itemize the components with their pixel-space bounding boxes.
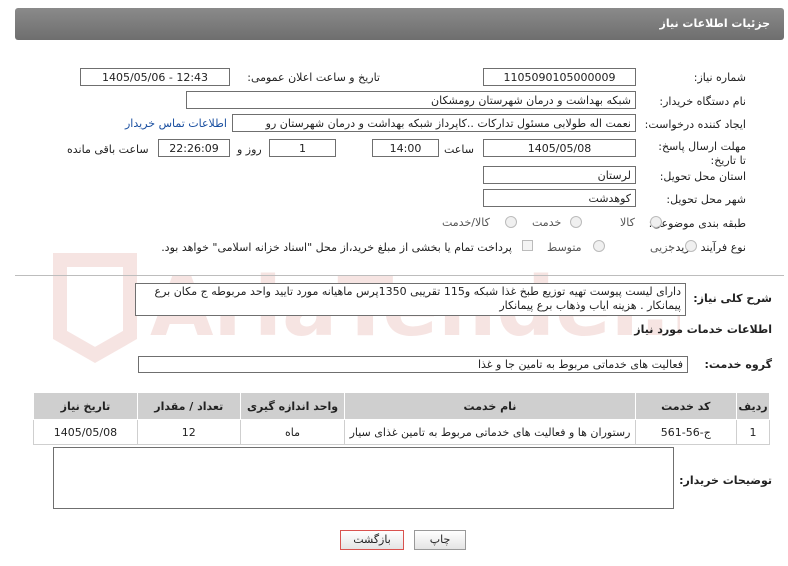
cell-service-code: ج-56-561: [634, 419, 738, 445]
days-remaining-field[interactable]: 1: [269, 139, 336, 157]
cell-service-name: رستوران ها و فعالیت های خدماتی مربوط به …: [344, 419, 636, 445]
province-field[interactable]: لرستان: [483, 166, 636, 184]
days-label: روز و: [237, 143, 262, 156]
table-row[interactable]: 1 ج-56-561 رستوران ها و فعالیت های خدمات…: [33, 419, 770, 445]
deadline-time-field[interactable]: 14:00: [372, 139, 439, 157]
process-radio-medium[interactable]: [593, 240, 605, 252]
treasury-checkbox[interactable]: [522, 240, 533, 251]
announce-date-label: تاریخ و ساعت اعلان عمومی:: [247, 71, 380, 84]
col-service-name: نام خدمت: [344, 392, 636, 420]
process-radio-minor[interactable]: [685, 240, 697, 252]
deadline-label: مهلت ارسال پاسخ: تا تاریخ:: [658, 140, 746, 167]
page-title: جزئیات اطلاعات نیاز: [659, 17, 771, 30]
buyer-notes-label: توضیحات خریدار:: [679, 474, 772, 487]
col-service-code: کد خدمت: [634, 392, 738, 420]
buyer-org-field[interactable]: شبکه بهداشت و درمان شهرستان رومشکان: [186, 91, 636, 109]
col-row-number: ردیف: [736, 392, 770, 420]
process-option-minor: جزیی: [650, 241, 676, 254]
announce-date-field[interactable]: 1405/05/06 - 12:43: [80, 68, 230, 86]
need-number-label: شماره نیاز:: [693, 71, 746, 84]
cell-unit: ماه: [239, 419, 346, 445]
city-label: شهر محل تحویل:: [666, 193, 746, 206]
deadline-date-field[interactable]: 1405/05/08: [483, 139, 636, 157]
buyer-org-label: نام دستگاه خریدار:: [659, 95, 746, 108]
remaining-time-label: ساعت باقی مانده: [67, 143, 149, 156]
services-table: ردیف کد خدمت نام خدمت واحد اندازه گیری ت…: [33, 392, 770, 445]
category-radio-service[interactable]: [570, 216, 582, 228]
need-number-field[interactable]: 1105090105000009: [483, 68, 636, 86]
deadline-time-label: ساعت: [444, 143, 474, 156]
col-unit: واحد اندازه گیری: [239, 392, 346, 420]
treasury-payment-note: پرداخت تمام یا بخشی از مبلغ خرید،از محل …: [161, 241, 512, 254]
service-group-label: گروه خدمت:: [704, 358, 772, 371]
col-quantity: تعداد / مقدار: [136, 392, 241, 420]
back-button[interactable]: بازگشت: [340, 530, 404, 550]
category-label: طبقه بندی موضوعی:: [648, 217, 746, 230]
cell-quantity: 12: [136, 419, 241, 445]
services-section-title: اطلاعات خدمات مورد نیاز: [634, 323, 772, 336]
creator-field[interactable]: نعمت اله طولابی مسئول تدارکات ..کاپرداز …: [232, 114, 636, 132]
cell-need-date: 1405/05/08: [33, 419, 138, 445]
description-field[interactable]: دارای لیست پیوست تهیه توزیع طبخ غذا شبکه…: [135, 283, 686, 316]
buyer-notes-field[interactable]: [53, 447, 674, 509]
service-group-field[interactable]: فعالیت های خدماتی مربوط به تامین جا و غذ…: [138, 356, 688, 373]
cell-row-number: 1: [736, 419, 770, 445]
remaining-time-field[interactable]: 22:26:09: [158, 139, 230, 157]
category-option-goods-service: کالا/خدمت: [442, 216, 490, 229]
creator-label: ایجاد کننده درخواست:: [644, 118, 746, 131]
category-radio-goods-service[interactable]: [505, 216, 517, 228]
details-header: جزئیات اطلاعات نیاز: [15, 8, 784, 40]
process-type-label: نوع فرآیند خرید :: [668, 241, 746, 254]
category-option-service: خدمت: [532, 216, 562, 229]
city-field[interactable]: کوهدشت: [483, 189, 636, 207]
category-option-goods: کالا: [620, 216, 635, 229]
province-label: استان محل تحویل:: [659, 170, 746, 183]
description-label: شرح کلی نیاز:: [693, 292, 772, 305]
buyer-contact-link[interactable]: اطلاعات تماس خریدار: [125, 117, 227, 130]
table-header-row: ردیف کد خدمت نام خدمت واحد اندازه گیری ت…: [33, 392, 770, 420]
category-radio-goods[interactable]: [650, 216, 662, 228]
col-need-date: تاریخ نیاز: [33, 392, 138, 420]
section-divider: [15, 275, 784, 276]
process-option-medium: متوسط: [547, 241, 582, 254]
print-button[interactable]: چاپ: [414, 530, 466, 550]
